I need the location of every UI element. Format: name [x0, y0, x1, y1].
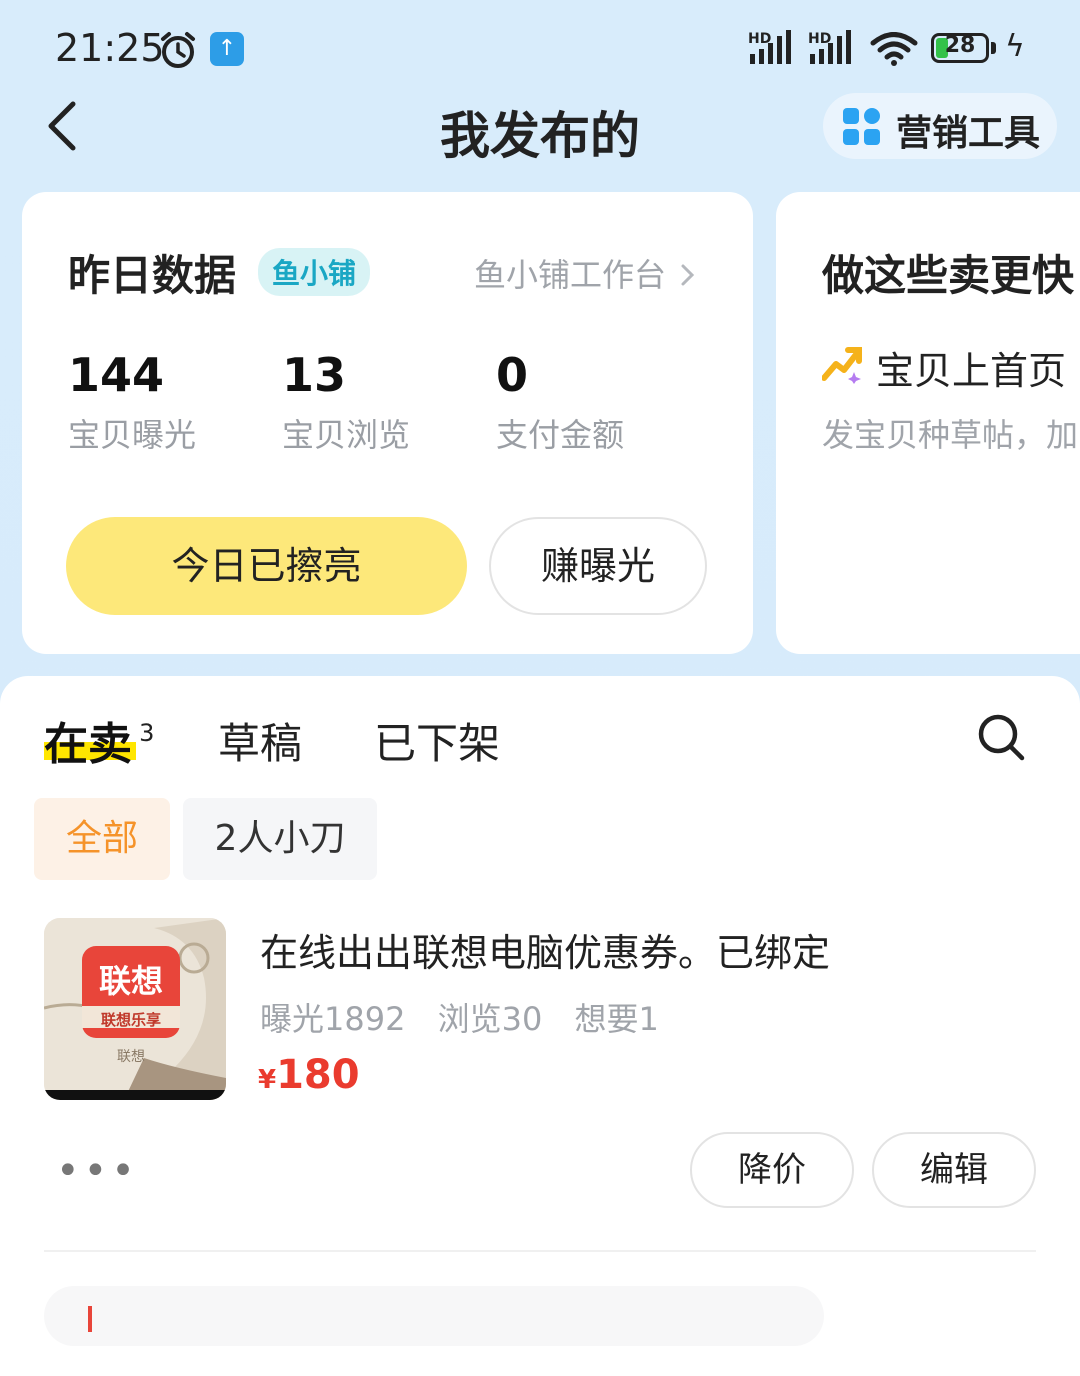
product-title[interactable]: 在线出出联想电脑优惠券。已绑定 — [260, 922, 830, 977]
next-listing-item[interactable] — [44, 1286, 824, 1346]
homepage-tip-desc: 发宝贝种草帖，加 — [822, 416, 1079, 454]
status-time: 21:25 — [55, 26, 165, 70]
signal-1-icon: HD — [748, 30, 800, 70]
stat-payment-value: 0 — [496, 348, 529, 402]
sell-faster-card[interactable]: 做这些卖更快 宝贝上首页 发宝贝种草帖，加 — [776, 192, 1080, 654]
yesterday-data-title: 昨日数据 — [68, 251, 237, 300]
tab-on-sale-count: 3 — [139, 719, 155, 747]
filter-bargain[interactable]: 2人小刀 — [183, 798, 377, 880]
workbench-link[interactable]: 鱼小铺工作台 — [474, 250, 697, 296]
trend-up-icon — [821, 344, 862, 388]
tab-drafts[interactable]: 草稿 — [218, 710, 302, 771]
marketing-tools-button[interactable]: 营销工具 — [823, 93, 1057, 159]
stat-exposure: 144 宝贝曝光 — [68, 348, 196, 456]
battery-icon: 28 — [931, 33, 989, 63]
earn-exposure-button[interactable]: 赚曝光 — [489, 517, 707, 615]
homepage-tip-label: 宝贝上首页 — [876, 349, 1067, 393]
stat-payment-label: 支付金额 — [496, 416, 625, 454]
alarm-icon — [158, 31, 198, 73]
battery-tip — [991, 42, 996, 54]
chevron-right-icon — [671, 264, 697, 290]
thumb-subtitle: 联想乐享 — [100, 1011, 161, 1029]
stat-payment: 0 支付金额 — [496, 348, 624, 456]
thumb-brand: 联想 — [98, 962, 163, 1000]
stat-views: 13 宝贝浏览 — [282, 348, 410, 456]
divider — [44, 1250, 1036, 1252]
grid-icon — [843, 108, 881, 150]
signal-2-hd: HD — [808, 31, 831, 47]
product-wants: 想要1 — [574, 1000, 659, 1038]
stat-exposure-value: 144 — [68, 348, 165, 402]
thumb-footer: 联想 — [117, 1049, 145, 1065]
tab-on-sale-label: 在卖 — [44, 719, 132, 770]
edit-button[interactable]: 编辑 — [872, 1132, 1036, 1208]
stat-views-value: 13 — [282, 348, 347, 402]
sell-faster-title: 做这些卖更快 — [822, 251, 1075, 300]
polished-today-button[interactable]: 今日已擦亮 — [66, 517, 467, 615]
reduce-price-button[interactable]: 降价 — [690, 1132, 854, 1208]
stat-exposure-label: 宝贝曝光 — [68, 416, 197, 454]
product-browse: 浏览30 — [437, 1000, 543, 1038]
product-thumbnail[interactable]: 联想 联想乐享 联想 — [44, 918, 226, 1100]
price-currency: ¥ — [258, 1065, 277, 1095]
product-exposure: 曝光1892 — [260, 1000, 406, 1038]
stat-views-label: 宝贝浏览 — [282, 416, 411, 454]
upload-app-icon: ↑ — [210, 32, 244, 66]
search-icon[interactable] — [976, 712, 1026, 766]
tab-on-sale[interactable]: 在卖 3 — [44, 708, 154, 772]
marketing-tools-label: 营销工具 — [896, 113, 1041, 154]
product-price: ¥180 — [258, 1052, 360, 1098]
filter-all[interactable]: 全部 — [34, 798, 170, 880]
price-value: 180 — [276, 1052, 360, 1098]
wifi-icon — [870, 32, 918, 70]
shop-badge: 鱼小铺 — [258, 248, 371, 296]
workbench-link-label: 鱼小铺工作台 — [474, 256, 667, 294]
yesterday-data-card: 昨日数据 鱼小铺 鱼小铺工作台 144 宝贝曝光 13 宝贝浏览 0 支付金额 … — [22, 192, 753, 654]
tab-delisted[interactable]: 已下架 — [374, 710, 500, 771]
signal-2-icon: HD — [808, 30, 860, 70]
charging-icon: ϟ — [1005, 29, 1025, 64]
battery-level: 28 — [944, 33, 976, 58]
signal-1-hd: HD — [748, 31, 771, 47]
more-options-button[interactable]: ••• — [56, 1148, 139, 1194]
product-stats: 曝光1892 浏览30 想要1 — [260, 994, 659, 1040]
